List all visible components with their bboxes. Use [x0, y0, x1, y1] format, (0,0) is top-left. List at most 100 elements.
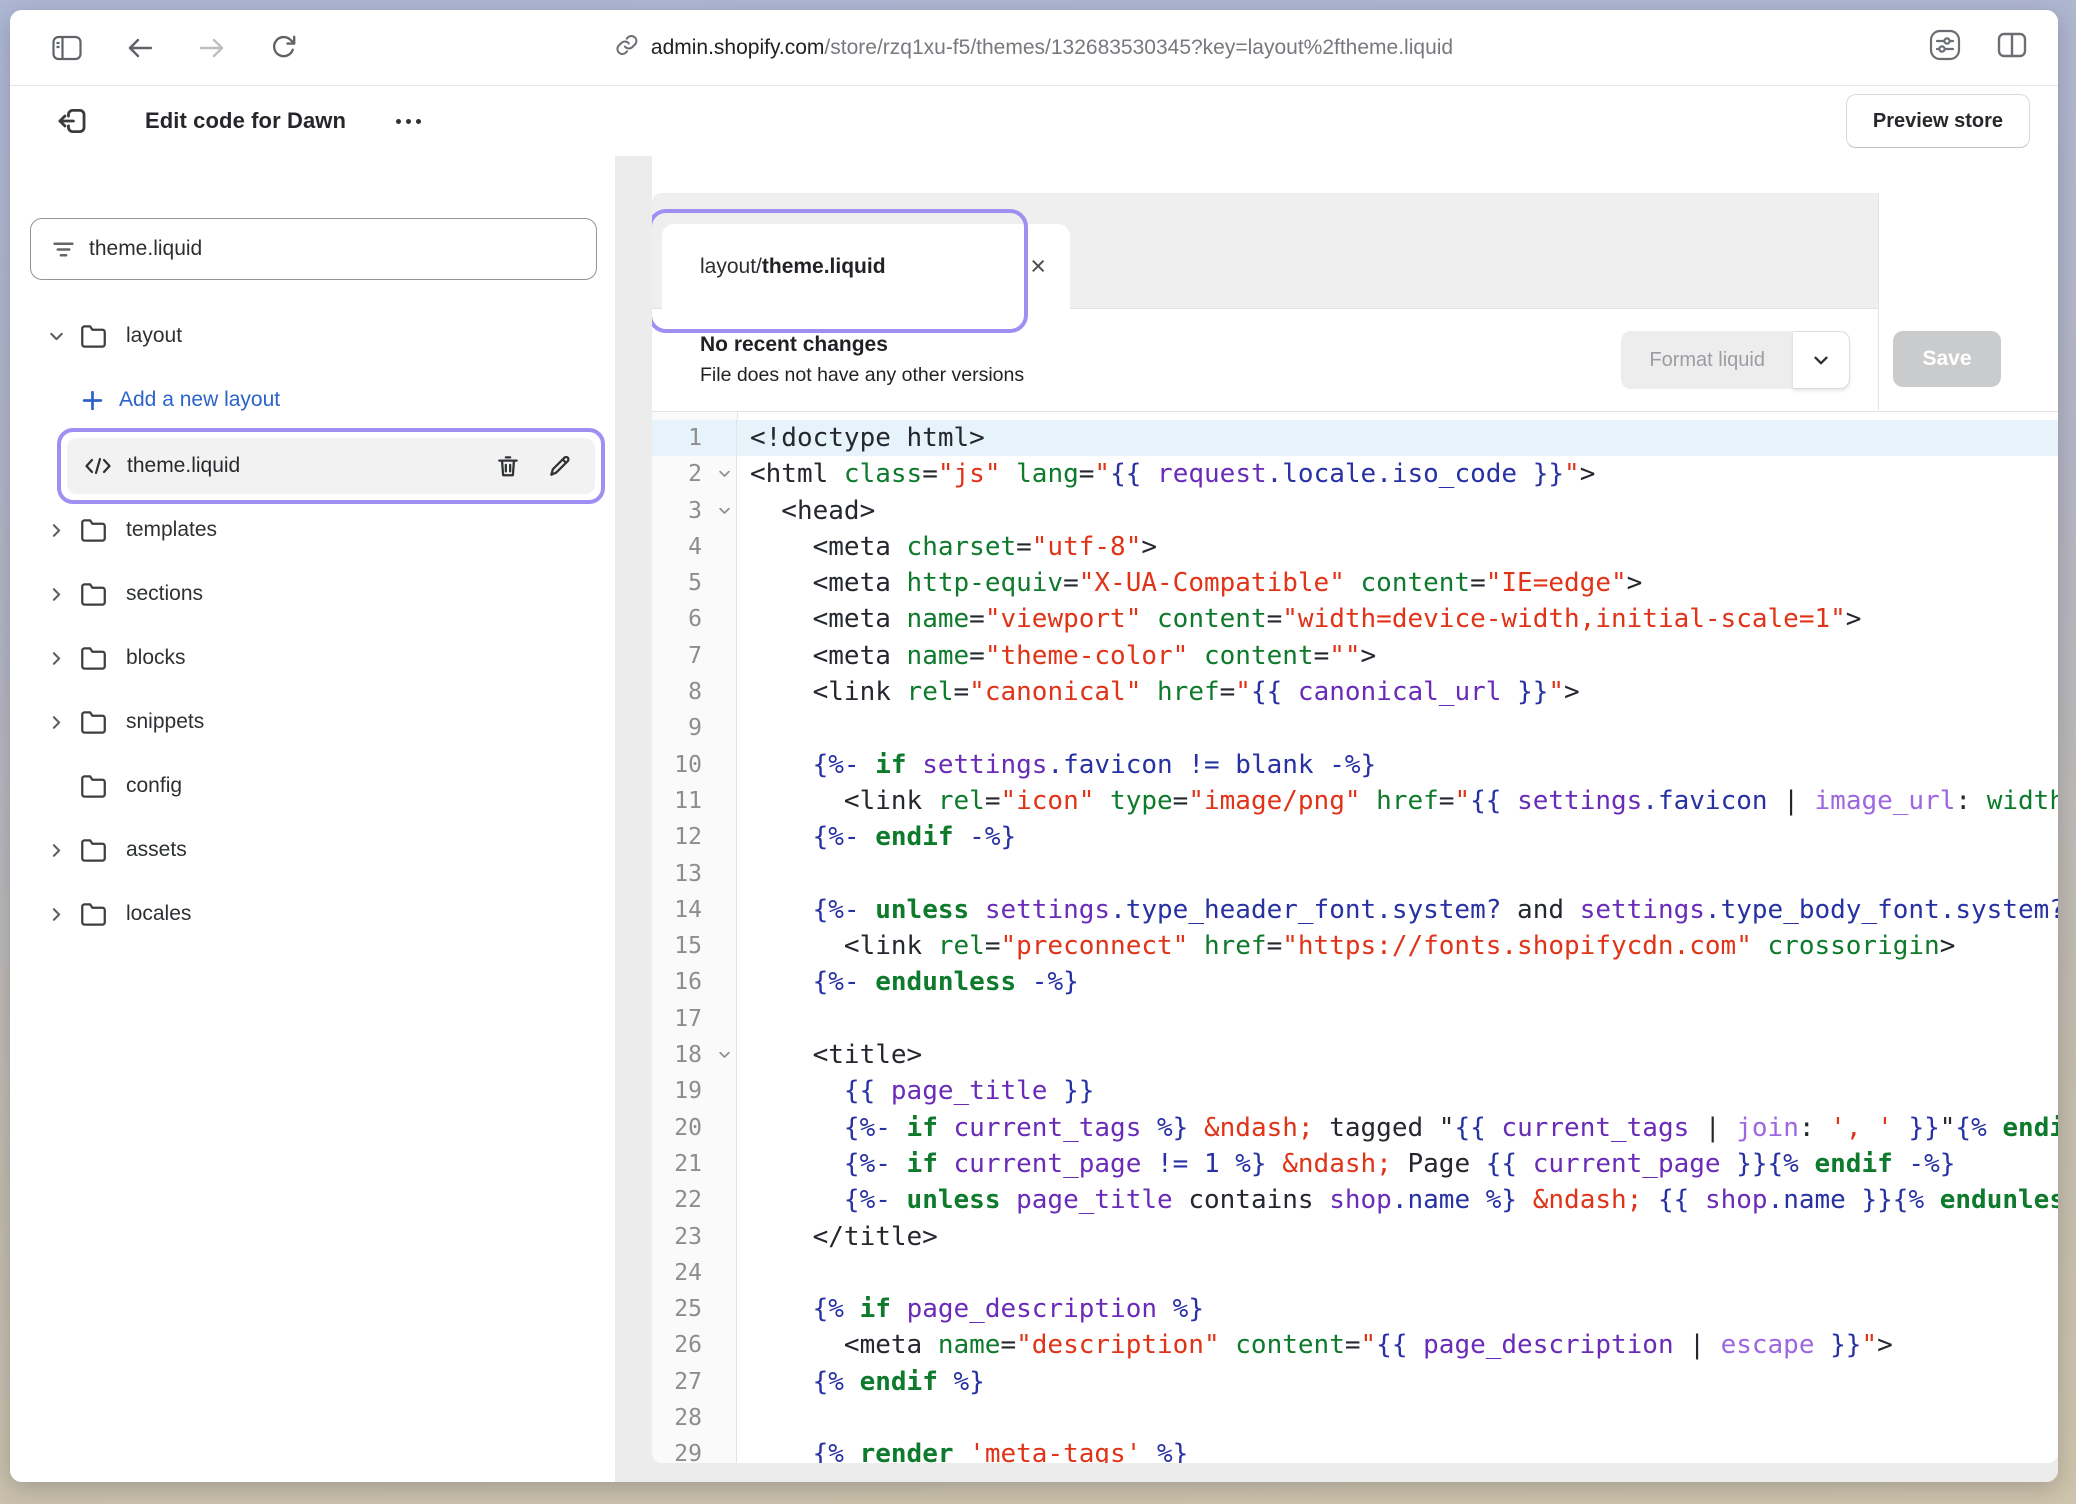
file-filter-input[interactable]: [31, 237, 596, 261]
fold-chevron-icon[interactable]: [717, 456, 732, 492]
code-editor[interactable]: 1<!doctype html>2<html class="js" lang="…: [652, 412, 2058, 1463]
close-icon[interactable]: ×: [1030, 253, 1046, 280]
code-line[interactable]: 20 {%- if current_tags %} &ndash; tagged…: [652, 1110, 2058, 1146]
code-line-text[interactable]: <title>: [737, 1037, 2058, 1073]
code-line-text[interactable]: {{ page_title }}: [737, 1073, 2058, 1109]
code-line-text[interactable]: <link rel="canonical" href="{{ canonical…: [737, 674, 2058, 710]
split-view-icon[interactable]: [1996, 31, 2028, 64]
code-line[interactable]: 24: [652, 1255, 2058, 1291]
sidebar-item-templates[interactable]: templates: [10, 498, 615, 562]
preview-store-button[interactable]: Preview store: [1846, 94, 2030, 148]
code-line[interactable]: 4 <meta charset="utf-8">: [652, 529, 2058, 565]
code-line-text[interactable]: {% render 'meta-tags' %}: [737, 1436, 2058, 1463]
code-line[interactable]: 3 <head>: [652, 493, 2058, 529]
code-line[interactable]: 13: [652, 856, 2058, 892]
code-line[interactable]: 23 </title>: [652, 1219, 2058, 1255]
chevron-right-icon[interactable]: [46, 520, 80, 541]
code-line[interactable]: 8 <link rel="canonical" href="{{ canonic…: [652, 674, 2058, 710]
sidebar-item-theme-liquid[interactable]: theme.liquid: [67, 438, 595, 494]
chevron-right-icon[interactable]: [46, 584, 80, 605]
code-line-text[interactable]: </title>: [737, 1219, 2058, 1255]
code-line-text[interactable]: {% if page_description %}: [737, 1291, 2058, 1327]
chevron-down-icon[interactable]: [46, 326, 80, 347]
sidebar-item-snippets[interactable]: snippets: [10, 690, 615, 754]
code-line-text[interactable]: <meta name="viewport" content="width=dev…: [737, 601, 2058, 637]
fold-chevron-icon[interactable]: [717, 1037, 732, 1073]
line-number: 16: [652, 964, 737, 1000]
code-line[interactable]: 9: [652, 710, 2058, 746]
code-line-text[interactable]: <head>: [737, 493, 2058, 529]
code-line-text[interactable]: <link rel="preconnect" href="https://fon…: [737, 928, 2058, 964]
code-line-text[interactable]: {%- unless page_title contains shop.name…: [737, 1182, 2058, 1218]
chevron-right-icon[interactable]: [46, 712, 80, 733]
code-line[interactable]: 7 <meta name="theme-color" content="">: [652, 638, 2058, 674]
code-line[interactable]: 28: [652, 1400, 2058, 1436]
code-line[interactable]: 29 {% render 'meta-tags' %}: [652, 1436, 2058, 1463]
reload-icon[interactable]: [270, 34, 297, 61]
code-line-text[interactable]: <!doctype html>: [737, 420, 2058, 456]
sidebar-item-layout[interactable]: layout: [10, 304, 615, 368]
code-line[interactable]: 6 <meta name="viewport" content="width=d…: [652, 601, 2058, 637]
rename-file-icon[interactable]: [547, 453, 573, 479]
code-line[interactable]: 14 {%- unless settings.type_header_font.…: [652, 892, 2058, 928]
code-line[interactable]: 15 <link rel="preconnect" href="https://…: [652, 928, 2058, 964]
code-line[interactable]: 5 <meta http-equiv="X-UA-Compatible" con…: [652, 565, 2058, 601]
sidebar-toggle-icon[interactable]: [52, 35, 82, 61]
code-line-text[interactable]: [737, 1255, 2058, 1291]
chevron-down-icon[interactable]: [1793, 331, 1850, 389]
forward-icon[interactable]: [198, 36, 226, 60]
code-line-text[interactable]: <meta charset="utf-8">: [737, 529, 2058, 565]
code-line[interactable]: 18 <title>: [652, 1037, 2058, 1073]
code-line-text[interactable]: {%- unless settings.type_header_font.sys…: [737, 892, 2058, 928]
chevron-right-icon[interactable]: [46, 840, 80, 861]
code-line-text[interactable]: {%- endunless -%}: [737, 964, 2058, 1000]
code-line-text[interactable]: {%- endif -%}: [737, 819, 2058, 855]
tab-theme-liquid[interactable]: layout/theme.liquid ×: [662, 224, 1070, 309]
code-line[interactable]: 22 {%- unless page_title contains shop.n…: [652, 1182, 2058, 1218]
add-new-layout-button[interactable]: Add a new layout: [10, 368, 615, 432]
browser-settings-icon[interactable]: [1928, 28, 1962, 67]
code-line-text[interactable]: {%- if current_page != 1 %} &ndash; Page…: [737, 1146, 2058, 1182]
overflow-menu-icon[interactable]: [396, 119, 421, 124]
sidebar-item-locales[interactable]: locales: [10, 882, 615, 946]
code-line[interactable]: 26 <meta name="description" content="{{ …: [652, 1327, 2058, 1363]
code-line[interactable]: 19 {{ page_title }}: [652, 1073, 2058, 1109]
sidebar-item-config[interactable]: config: [10, 754, 615, 818]
code-line[interactable]: 2<html class="js" lang="{{ request.local…: [652, 456, 2058, 492]
code-line-text[interactable]: <meta name="theme-color" content="">: [737, 638, 2058, 674]
code-line-text[interactable]: <html class="js" lang="{{ request.locale…: [737, 456, 2058, 492]
code-line-text[interactable]: [737, 710, 2058, 746]
exit-icon[interactable]: [55, 104, 89, 138]
code-line[interactable]: 17: [652, 1001, 2058, 1037]
format-liquid-button[interactable]: Format liquid: [1621, 331, 1850, 389]
back-icon[interactable]: [126, 36, 154, 60]
save-button[interactable]: Save: [1893, 331, 2001, 387]
chevron-right-icon[interactable]: [46, 904, 80, 925]
fold-chevron-icon[interactable]: [717, 493, 732, 529]
code-line-text[interactable]: [737, 1400, 2058, 1436]
code-line-text[interactable]: {%- if settings.favicon != blank -%}: [737, 747, 2058, 783]
code-line-text[interactable]: <link rel="icon" type="image/png" href="…: [737, 783, 2058, 819]
code-line-text[interactable]: <meta http-equiv="X-UA-Compatible" conte…: [737, 565, 2058, 601]
code-line[interactable]: 12 {%- endif -%}: [652, 819, 2058, 855]
code-line-text[interactable]: [737, 856, 2058, 892]
code-line[interactable]: 16 {%- endunless -%}: [652, 964, 2058, 1000]
sidebar-item-blocks[interactable]: blocks: [10, 626, 615, 690]
code-line-text[interactable]: [737, 1001, 2058, 1037]
format-liquid-label[interactable]: Format liquid: [1621, 331, 1793, 389]
chevron-right-icon[interactable]: [46, 648, 80, 669]
code-line[interactable]: 1<!doctype html>: [652, 420, 2058, 456]
code-line-text[interactable]: {%- if current_tags %} &ndash; tagged "{…: [737, 1110, 2058, 1146]
code-line-text[interactable]: {% endif %}: [737, 1364, 2058, 1400]
delete-file-icon[interactable]: [495, 453, 521, 479]
sidebar-item-sections[interactable]: sections: [10, 562, 615, 626]
code-line[interactable]: 10 {%- if settings.favicon != blank -%}: [652, 747, 2058, 783]
folder-icon: [80, 517, 120, 544]
code-line[interactable]: 25 {% if page_description %}: [652, 1291, 2058, 1327]
code-line-text[interactable]: <meta name="description" content="{{ pag…: [737, 1327, 2058, 1363]
address-bar[interactable]: admin.shopify.com/store/rzq1xu-f5/themes…: [615, 33, 1453, 63]
code-line[interactable]: 21 {%- if current_page != 1 %} &ndash; P…: [652, 1146, 2058, 1182]
sidebar-item-assets[interactable]: assets: [10, 818, 615, 882]
code-line[interactable]: 11 <link rel="icon" type="image/png" hre…: [652, 783, 2058, 819]
code-line[interactable]: 27 {% endif %}: [652, 1364, 2058, 1400]
